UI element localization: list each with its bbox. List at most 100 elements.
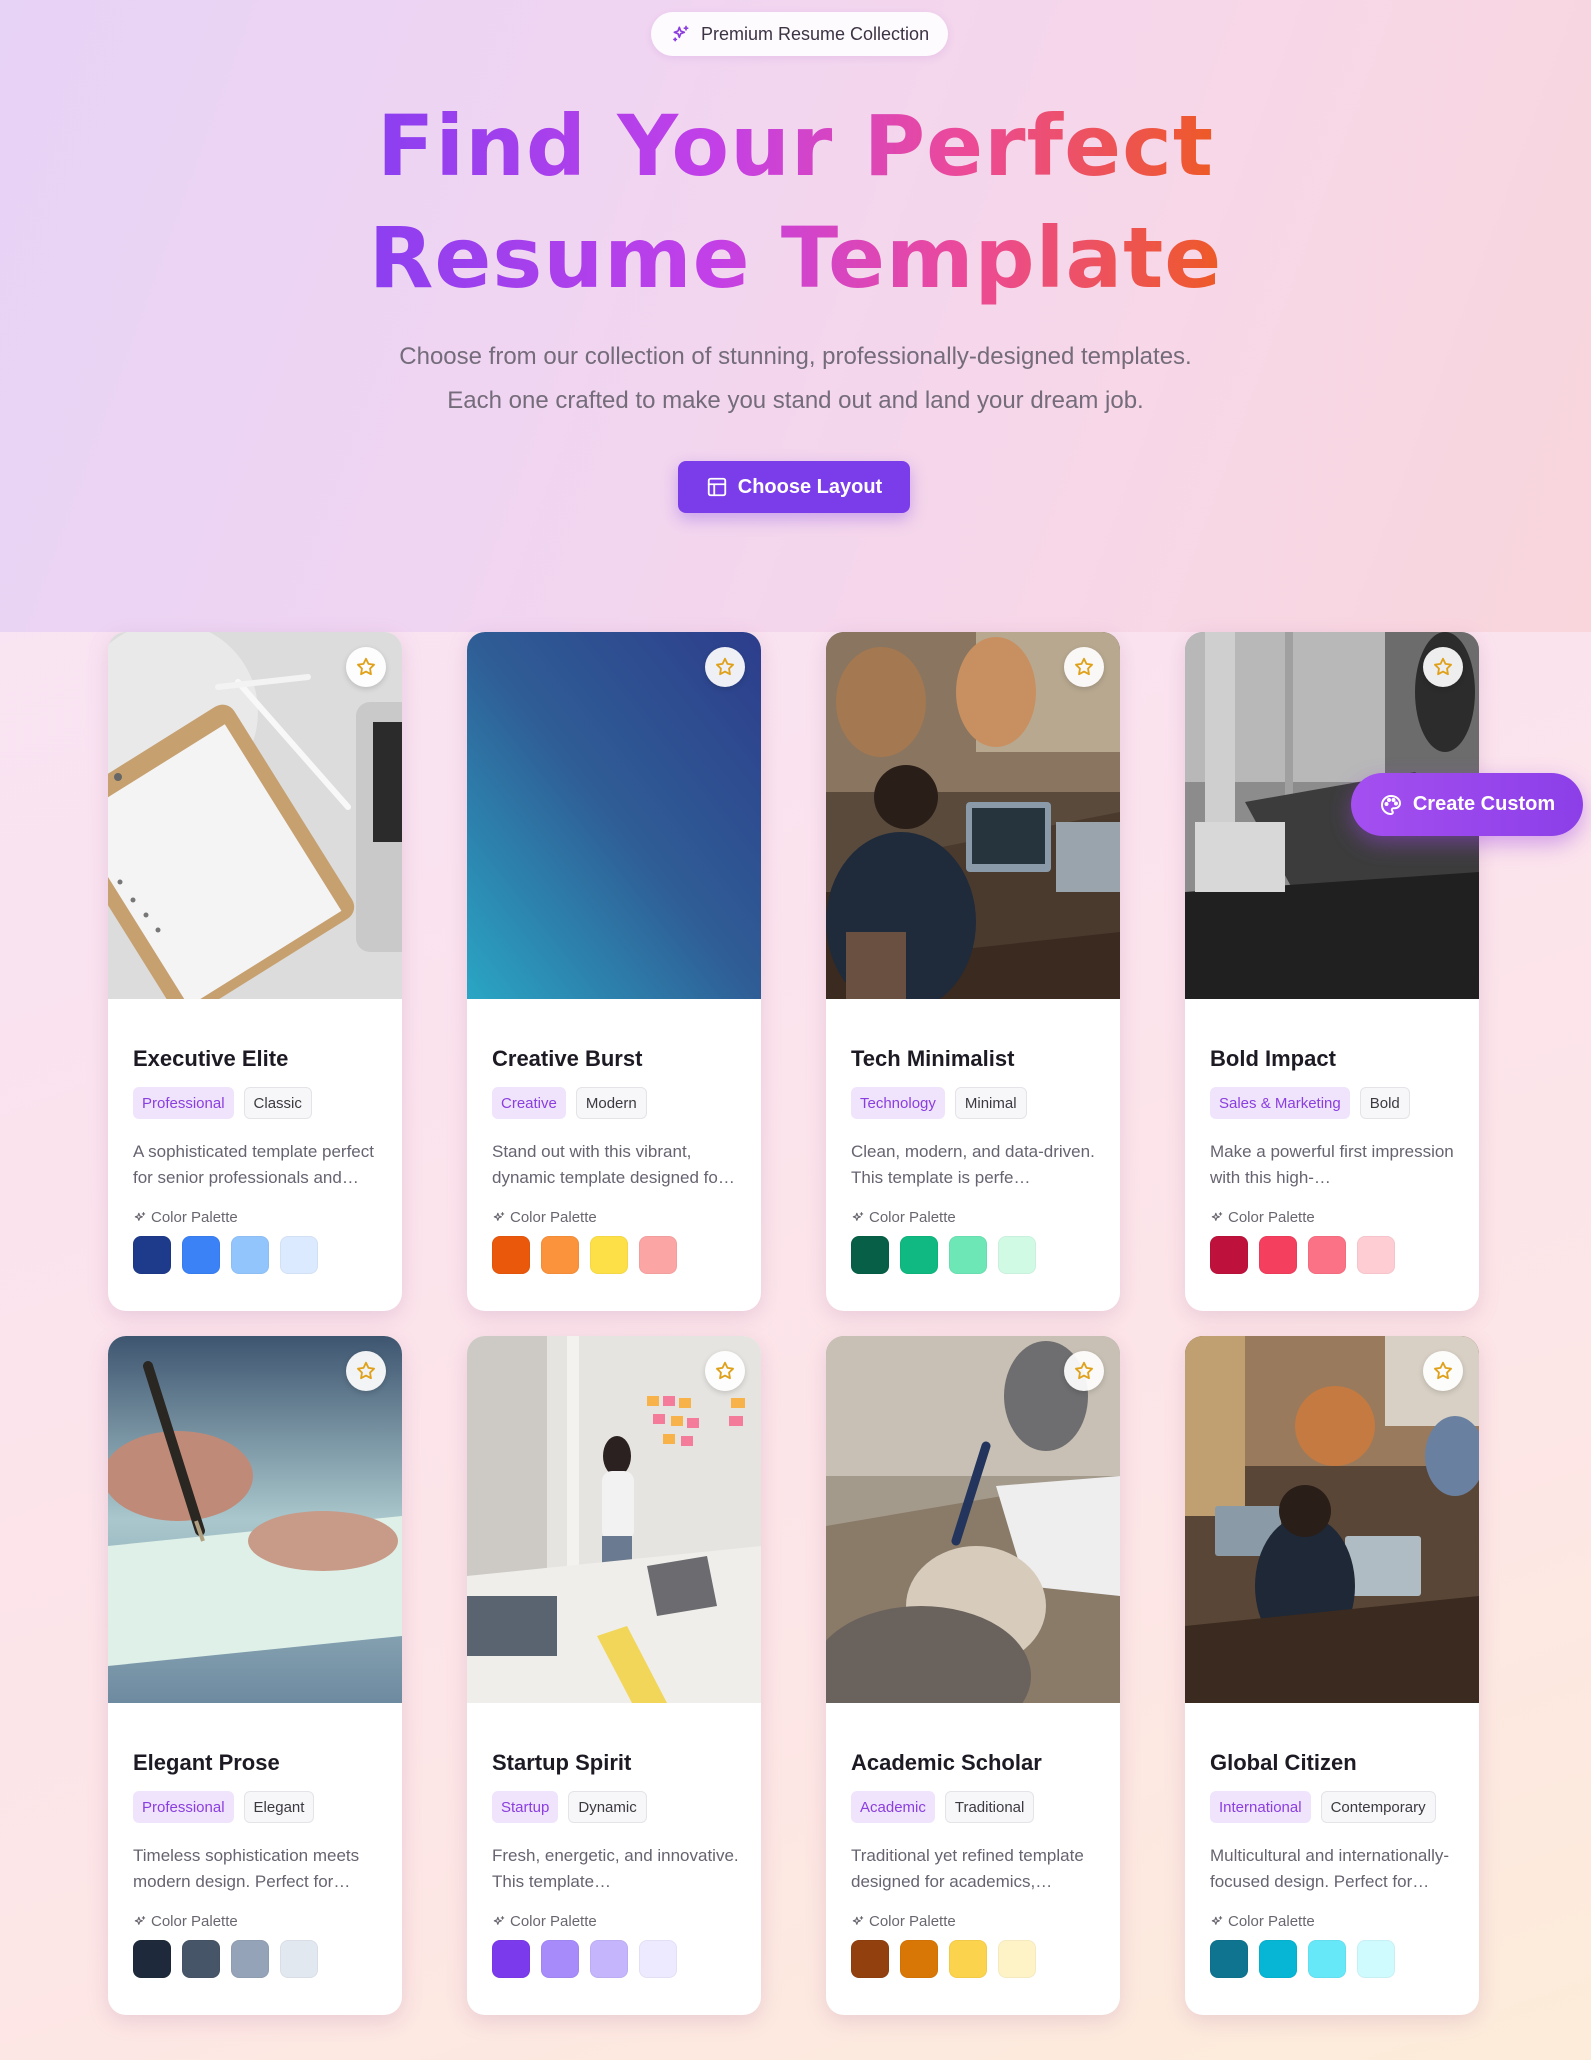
- palette-label: Color Palette: [851, 1209, 1098, 1226]
- page-subtitle: Choose from our collection of stunning, …: [0, 335, 1591, 423]
- color-swatch[interactable]: [182, 1236, 220, 1274]
- template-description: A sophisticated template perfect for sen…: [133, 1142, 374, 1187]
- favorite-button[interactable]: [346, 1351, 386, 1391]
- template-name: Bold Impact: [1210, 1046, 1336, 1071]
- template-card[interactable]: Executive Elite Professional Classic A s…: [108, 632, 402, 1311]
- style-tag: Bold: [1359, 1087, 1410, 1119]
- template-preview-image: [467, 632, 761, 999]
- color-swatches: [133, 1236, 380, 1274]
- category-tag: Academic: [851, 1791, 935, 1823]
- palette-label-text: Color Palette: [869, 1913, 956, 1930]
- color-swatch[interactable]: [1210, 1940, 1248, 1978]
- create-custom-label: Create Custom: [1412, 793, 1556, 815]
- color-swatch[interactable]: [998, 1940, 1036, 1978]
- template-name: Creative Burst: [492, 1046, 643, 1071]
- template-preview-image: [826, 1336, 1120, 1703]
- color-swatch[interactable]: [998, 1236, 1036, 1274]
- favorite-button[interactable]: [346, 647, 386, 687]
- template-preview-image: [108, 1336, 402, 1703]
- color-swatch[interactable]: [492, 1236, 530, 1274]
- color-swatch[interactable]: [231, 1940, 269, 1978]
- color-swatch[interactable]: [900, 1236, 938, 1274]
- color-swatch[interactable]: [231, 1236, 269, 1274]
- color-swatch[interactable]: [900, 1940, 938, 1978]
- template-description: Traditional yet refined template designe…: [851, 1846, 1084, 1891]
- favorite-button[interactable]: [1423, 1351, 1463, 1391]
- template-card[interactable]: Academic Scholar Academic Traditional Tr…: [826, 1336, 1120, 2015]
- template-preview-image: [826, 632, 1120, 999]
- template-description: Multicultural and internationally-focuse…: [1210, 1846, 1450, 1891]
- template-description: Make a powerful first impression with th…: [1210, 1142, 1454, 1187]
- sparkles-icon: [673, 25, 689, 42]
- template-card[interactable]: Bold Impact Sales & Marketing Bold Make …: [1185, 632, 1479, 1311]
- color-swatch[interactable]: [1259, 1236, 1297, 1274]
- template-name: Elegant Prose: [133, 1750, 280, 1775]
- favorite-button[interactable]: [1423, 647, 1463, 687]
- star-icon: [1075, 657, 1093, 676]
- favorite-button[interactable]: [1064, 1351, 1104, 1391]
- color-swatch[interactable]: [1308, 1236, 1346, 1274]
- color-swatch[interactable]: [590, 1940, 628, 1978]
- sparkles-icon: [1211, 1915, 1223, 1925]
- color-swatch[interactable]: [133, 1940, 171, 1978]
- palette-label-text: Color Palette: [510, 1913, 597, 1930]
- color-swatch[interactable]: [280, 1236, 318, 1274]
- template-card[interactable]: Creative Burst Creative Modern Stand out…: [467, 632, 761, 1311]
- color-swatch[interactable]: [1259, 1940, 1297, 1978]
- layout-icon: [707, 477, 726, 497]
- palette-label: Color Palette: [1210, 1913, 1457, 1930]
- template-card[interactable]: Tech Minimalist Technology Minimal Clean…: [826, 632, 1120, 1311]
- sparkles-icon: [493, 1915, 505, 1925]
- subtitle-line-2: Each one crafted to make you stand out a…: [447, 387, 1144, 414]
- color-swatch[interactable]: [949, 1236, 987, 1274]
- template-card[interactable]: Elegant Prose Professional Elegant Timel…: [108, 1336, 402, 2015]
- color-swatch[interactable]: [851, 1940, 889, 1978]
- template-preview-image: [1185, 1336, 1479, 1703]
- color-swatch[interactable]: [133, 1236, 171, 1274]
- color-swatch[interactable]: [541, 1940, 579, 1978]
- template-card[interactable]: Global Citizen International Contemporar…: [1185, 1336, 1479, 2015]
- star-icon: [357, 657, 375, 676]
- palette-icon: [1380, 794, 1401, 815]
- favorite-button[interactable]: [705, 647, 745, 687]
- favorite-button[interactable]: [1064, 647, 1104, 687]
- color-swatch[interactable]: [949, 1940, 987, 1978]
- color-swatch[interactable]: [590, 1236, 628, 1274]
- color-swatch[interactable]: [639, 1236, 677, 1274]
- star-icon: [716, 657, 734, 676]
- color-swatch[interactable]: [639, 1940, 677, 1978]
- template-description: Fresh, energetic, and innovative. This t…: [492, 1846, 739, 1891]
- title-line-1: Find Your Perfect: [371, 90, 1220, 202]
- category-tag: Startup: [492, 1791, 559, 1823]
- color-swatch[interactable]: [492, 1940, 530, 1978]
- style-tag: Classic: [243, 1087, 312, 1119]
- favorite-button[interactable]: [705, 1351, 745, 1391]
- color-swatch[interactable]: [1308, 1940, 1346, 1978]
- color-swatches: [133, 1940, 380, 1978]
- color-swatch[interactable]: [851, 1236, 889, 1274]
- template-name: Startup Spirit: [492, 1750, 632, 1775]
- create-custom-button[interactable]: Create Custom: [1351, 773, 1583, 836]
- color-swatch[interactable]: [1210, 1236, 1248, 1274]
- choose-layout-button[interactable]: Choose Layout: [678, 461, 910, 513]
- palette-label: Color Palette: [1210, 1209, 1457, 1226]
- color-swatch[interactable]: [1357, 1940, 1395, 1978]
- color-swatch[interactable]: [182, 1940, 220, 1978]
- color-swatch[interactable]: [541, 1236, 579, 1274]
- template-card[interactable]: Startup Spirit Startup Dynamic Fresh, en…: [467, 1336, 761, 2015]
- category-tag: Technology: [851, 1087, 945, 1119]
- star-icon: [1075, 1361, 1093, 1380]
- style-tag: Dynamic: [568, 1791, 647, 1823]
- color-swatches: [851, 1236, 1098, 1274]
- palette-label: Color Palette: [133, 1209, 380, 1226]
- color-swatch[interactable]: [280, 1940, 318, 1978]
- color-swatches: [1210, 1940, 1457, 1978]
- badge-label: Premium Resume Collection: [701, 23, 930, 44]
- template-preview-image: [108, 632, 402, 999]
- color-swatches: [851, 1940, 1098, 1978]
- sparkles-icon: [852, 1915, 864, 1925]
- template-description: Clean, modern, and data-driven. This tem…: [851, 1142, 1095, 1187]
- color-swatch[interactable]: [1357, 1236, 1395, 1274]
- template-description: Timeless sophistication meets modern des…: [133, 1846, 360, 1891]
- template-name: Executive Elite: [133, 1046, 289, 1071]
